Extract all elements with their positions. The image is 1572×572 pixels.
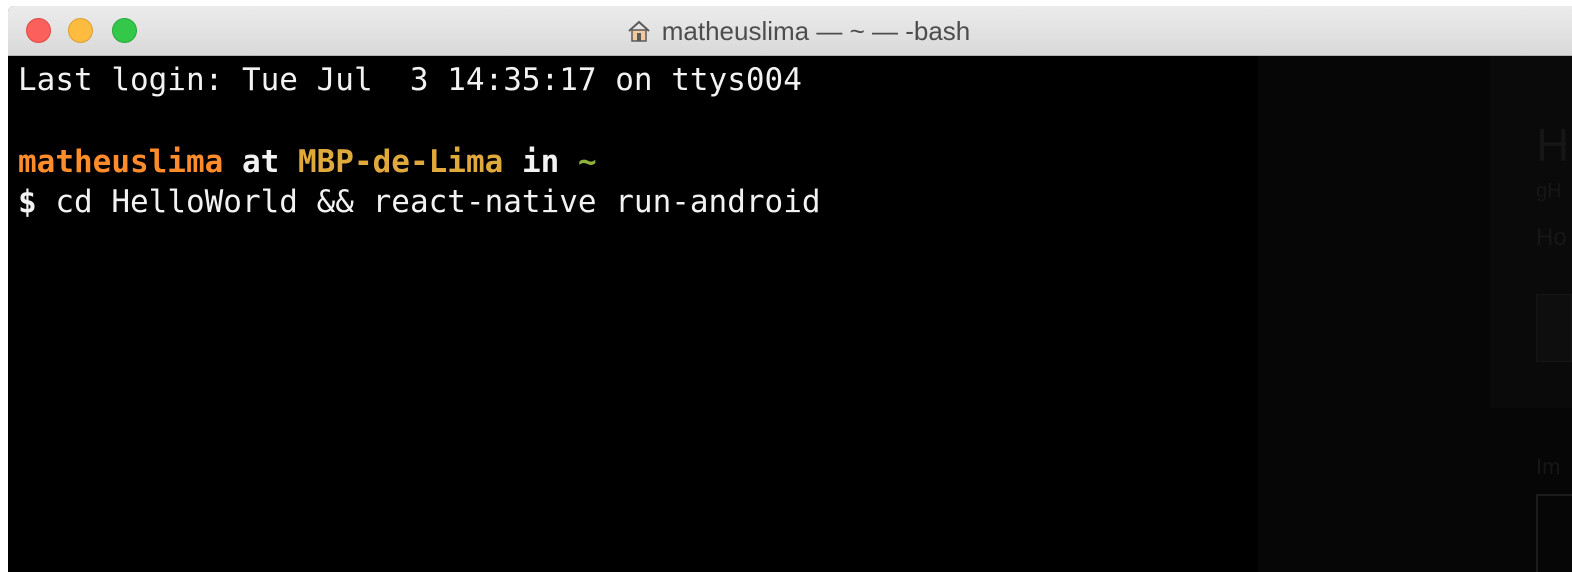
prompt-directory: ~ xyxy=(577,144,597,180)
prompt-user: matheuslima xyxy=(18,144,224,180)
prompt-host: MBP-de-Lima xyxy=(297,144,504,180)
prompt-in: in xyxy=(503,144,578,180)
background-image-box xyxy=(1536,494,1572,572)
terminal-content[interactable]: H gH Ho Im Last login: Tue Jul 3 14:35:1… xyxy=(8,56,1572,572)
home-icon xyxy=(628,20,650,42)
title-bar[interactable]: matheuslima — ~ — -bash xyxy=(8,6,1572,56)
background-field xyxy=(1536,294,1572,362)
background-text-2: Ho xyxy=(1536,224,1567,251)
prompt-line: matheuslima at MBP-de-Lima in ~ xyxy=(18,142,597,182)
background-text-1: gH xyxy=(1536,180,1562,202)
background-label: Im xyxy=(1536,454,1561,479)
last-login-line: Last login: Tue Jul 3 14:35:17 on ttys00… xyxy=(18,62,802,98)
command-text: cd HelloWorld && react-native run-androi… xyxy=(36,184,821,220)
window-title: matheuslima — ~ — -bash xyxy=(8,6,1572,56)
terminal-window: matheuslima — ~ — -bash H gH Ho Im Last … xyxy=(8,6,1572,572)
prompt-at: at xyxy=(223,144,298,180)
command-line[interactable]: $ cd HelloWorld && react-native run-andr… xyxy=(18,182,821,222)
prompt-symbol: $ xyxy=(18,184,37,220)
window-title-text: matheuslima — ~ — -bash xyxy=(661,15,971,46)
background-heading: H xyxy=(1536,119,1570,171)
